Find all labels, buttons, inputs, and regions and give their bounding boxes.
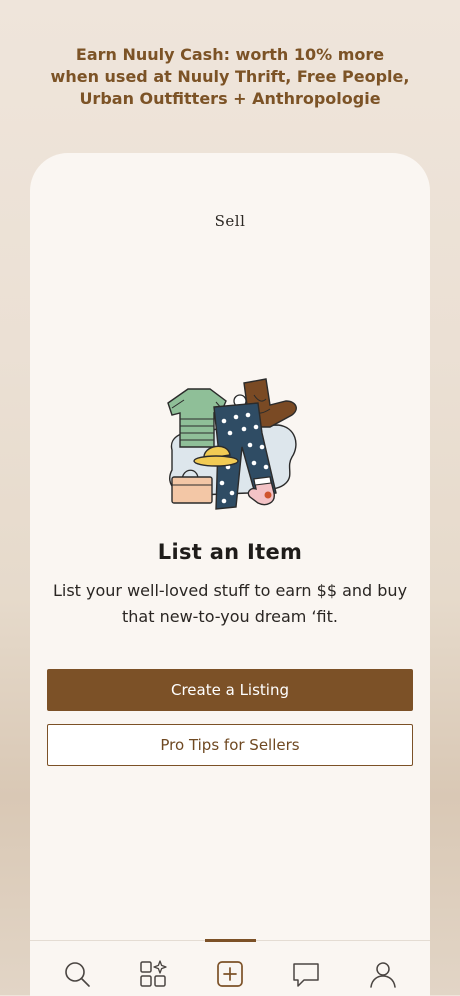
promo-line-3: Urban Outfitters + Anthropologie [79,89,381,108]
description-line-2: that new-to-you dream ‘fit. [122,607,338,626]
pro-tips-button[interactable]: Pro Tips for Sellers [47,724,413,766]
sell-card [30,153,430,995]
description-line-1: List your well-loved stuff to earn $$ an… [52,581,408,600]
profile-icon [370,962,396,988]
promo-line-1: Earn Nuuly Cash: worth 10% more [75,45,385,64]
promo-banner: Earn Nuuly Cash: worth 10% more when use… [20,44,440,110]
search-icon [65,962,90,987]
list-item-description: List your well-loved stuff to earn $$ an… [40,578,420,630]
clothing-pile-illustration [167,378,297,510]
list-item-heading: List an Item [157,540,303,564]
bottom-nav-bar [30,939,430,996]
nav-sell[interactable] [215,959,245,989]
active-tab-indicator [205,939,256,942]
create-listing-button[interactable]: Create a Listing [47,669,413,711]
nav-search[interactable] [62,959,92,989]
messages-icon [293,963,319,987]
browse-grid-icon [140,960,167,987]
nav-messages[interactable] [291,959,321,989]
nav-profile[interactable] [368,959,398,989]
nav-browse[interactable] [138,959,168,989]
promo-line-2: when used at Nuuly Thrift, Free People, [50,67,410,86]
sell-plus-icon [217,961,243,987]
page-title: Sell [214,212,246,230]
